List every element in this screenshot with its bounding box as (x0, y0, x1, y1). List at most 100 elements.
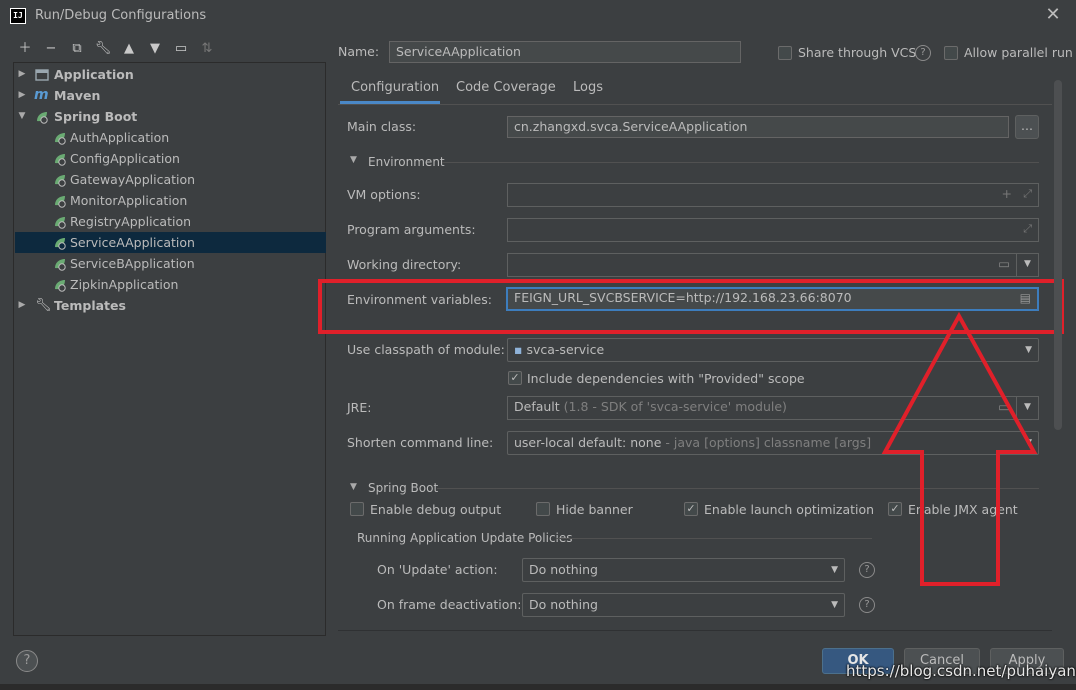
wrench-icon: 🔧︎ (35, 298, 52, 313)
frame-deactivation-value: Do nothing (529, 597, 598, 612)
dropdown-arrow-icon[interactable]: ▼ (1016, 254, 1038, 276)
collapsed-caret-icon[interactable]: ▶ (17, 64, 27, 85)
spring-boot-icon (55, 133, 66, 145)
close-icon[interactable]: ✕ (1044, 6, 1062, 24)
chevron-down-icon: ▼ (831, 565, 838, 575)
environment-section-title: Environment (368, 155, 445, 169)
debug-output-label: Enable debug output (370, 502, 502, 517)
tree-item-serviceaapplication[interactable]: ServiceAApplication (15, 232, 326, 253)
launch-optimization-label: Enable launch optimization (704, 502, 875, 517)
spring-boot-icon (55, 259, 66, 271)
program-arguments-label: Program arguments: (347, 222, 476, 237)
move-up-icon[interactable]: ▲ (120, 40, 138, 58)
tab-code-coverage[interactable]: Code Coverage (456, 80, 556, 106)
shorten-command-value: user-local default: none (514, 435, 662, 450)
help-icon[interactable]: ? (915, 45, 931, 61)
tree-label: ZipkinApplication (70, 277, 179, 292)
tree-label: MonitorApplication (70, 193, 188, 208)
tree-label-spring-boot: Spring Boot (54, 109, 138, 124)
vm-options-input[interactable]: + ⤢ (507, 183, 1039, 207)
add-icon[interactable]: ＋ (16, 40, 34, 58)
debug-output-checkbox[interactable] (350, 502, 364, 516)
expand-icon[interactable]: ⤢ (1023, 184, 1032, 204)
folder-icon[interactable]: ▭ (998, 254, 1010, 274)
classpath-module-value: svca-service (526, 342, 605, 357)
intellij-app-icon: IJ (10, 8, 26, 24)
wrench-icon[interactable]: 🔧︎ (94, 40, 112, 58)
vertical-scrollbar[interactable] (1054, 80, 1062, 430)
watermark-text: https://blog.csdn.net/puhaiyang (846, 662, 1076, 680)
copy-icon[interactable]: ⧉ (68, 40, 86, 58)
sort-icon[interactable]: ⇅ (198, 40, 216, 58)
spring-boot-icon (55, 280, 66, 292)
main-class-input[interactable]: cn.zhangxd.svca.ServiceAApplication (507, 116, 1009, 138)
frame-deactivation-label: On frame deactivation: (377, 597, 522, 612)
spring-boot-icon (55, 154, 66, 166)
tree-item-configapplication[interactable]: ConfigApplication (15, 148, 326, 169)
collapsed-caret-icon[interactable]: ▶ (17, 85, 27, 106)
update-action-label: On 'Update' action: (377, 562, 498, 577)
update-action-value: Do nothing (529, 562, 598, 577)
remove-icon[interactable]: − (42, 40, 60, 58)
bottom-strip (0, 684, 1076, 690)
spring-boot-icon (55, 175, 66, 187)
hide-banner-label: Hide banner (556, 502, 633, 517)
help-icon[interactable]: ? (859, 562, 875, 578)
tree-item-templates[interactable]: ▶ 🔧︎ Templates (15, 295, 326, 316)
application-icon (35, 69, 49, 81)
tree-item-registryapplication[interactable]: RegistryApplication (15, 211, 326, 232)
program-arguments-input[interactable]: ⤢ (507, 218, 1039, 242)
tree-item-authapplication[interactable]: AuthApplication (15, 127, 326, 148)
folder-icon[interactable]: ▭ (172, 40, 190, 58)
browse-button[interactable]: ... (1015, 115, 1039, 139)
tree-item-spring-boot[interactable]: ▼ Spring Boot (15, 106, 326, 127)
include-dependencies-checkbox[interactable]: ✓ (508, 371, 522, 385)
help-button[interactable]: ? (16, 650, 38, 672)
tree-label: GatewayApplication (70, 172, 196, 187)
hide-banner-checkbox[interactable] (536, 502, 550, 516)
move-down-icon[interactable]: ▼ (146, 40, 164, 58)
tree-label: AuthApplication (70, 130, 170, 145)
tree-label: RegistryApplication (70, 214, 192, 229)
vm-options-label: VM options: (347, 187, 421, 202)
frame-deactivation-select[interactable]: Do nothing ▼ (522, 593, 845, 617)
spring-boot-section-title: Spring Boot (368, 481, 439, 495)
section-divider (556, 538, 872, 539)
tree-label-application: Application (54, 67, 134, 82)
main-class-label: Main class: (347, 119, 417, 134)
tab-separator (338, 104, 1052, 105)
tree-item-maven[interactable]: ▶ m Maven (15, 85, 326, 106)
maven-icon: m (34, 87, 49, 103)
add-icon[interactable]: + (1002, 184, 1012, 204)
share-vcs-label: Share through VCS (798, 45, 917, 60)
help-icon[interactable]: ? (859, 597, 875, 613)
spring-boot-icon (55, 217, 66, 229)
tree-item-monitorapplication[interactable]: MonitorApplication (15, 190, 326, 211)
shorten-command-label: Shorten command line: (347, 435, 494, 450)
allow-parallel-label: Allow parallel run (964, 45, 1073, 60)
collapsed-caret-icon[interactable]: ▶ (17, 295, 27, 316)
expanded-caret-icon[interactable]: ▼ (17, 106, 27, 127)
tab-logs[interactable]: Logs (573, 80, 603, 106)
name-input[interactable]: ServiceAApplication (389, 41, 741, 63)
expanded-caret-icon[interactable]: ▼ (350, 155, 357, 165)
update-policies-title: Running Application Update Policies (357, 531, 573, 545)
working-directory-label: Working directory: (347, 257, 462, 272)
shorten-command-hint: - java [options] classname [args] (665, 435, 872, 450)
annotation-up-arrow (881, 312, 1038, 586)
launch-optimization-checkbox[interactable]: ✓ (684, 502, 698, 516)
expanded-caret-icon[interactable]: ▼ (350, 482, 357, 492)
chevron-down-icon: ▼ (831, 600, 838, 610)
allow-parallel-checkbox[interactable] (944, 46, 958, 60)
share-vcs-checkbox[interactable] (778, 46, 792, 60)
working-directory-input[interactable]: ▭ ▼ (507, 253, 1039, 277)
expand-icon[interactable]: ⤢ (1023, 219, 1032, 239)
tree-item-zipkinapplication[interactable]: ZipkinApplication (15, 274, 326, 295)
tree-item-gatewayapplication[interactable]: GatewayApplication (15, 169, 326, 190)
tree-item-application[interactable]: ▶ Application (15, 64, 326, 85)
content-bottom-border (338, 630, 1052, 631)
tree-label: ServiceBApplication (70, 256, 195, 271)
name-label: Name: (338, 44, 380, 59)
update-action-select[interactable]: Do nothing ▼ (522, 558, 845, 582)
tree-item-servicebapplication[interactable]: ServiceBApplication (15, 253, 326, 274)
